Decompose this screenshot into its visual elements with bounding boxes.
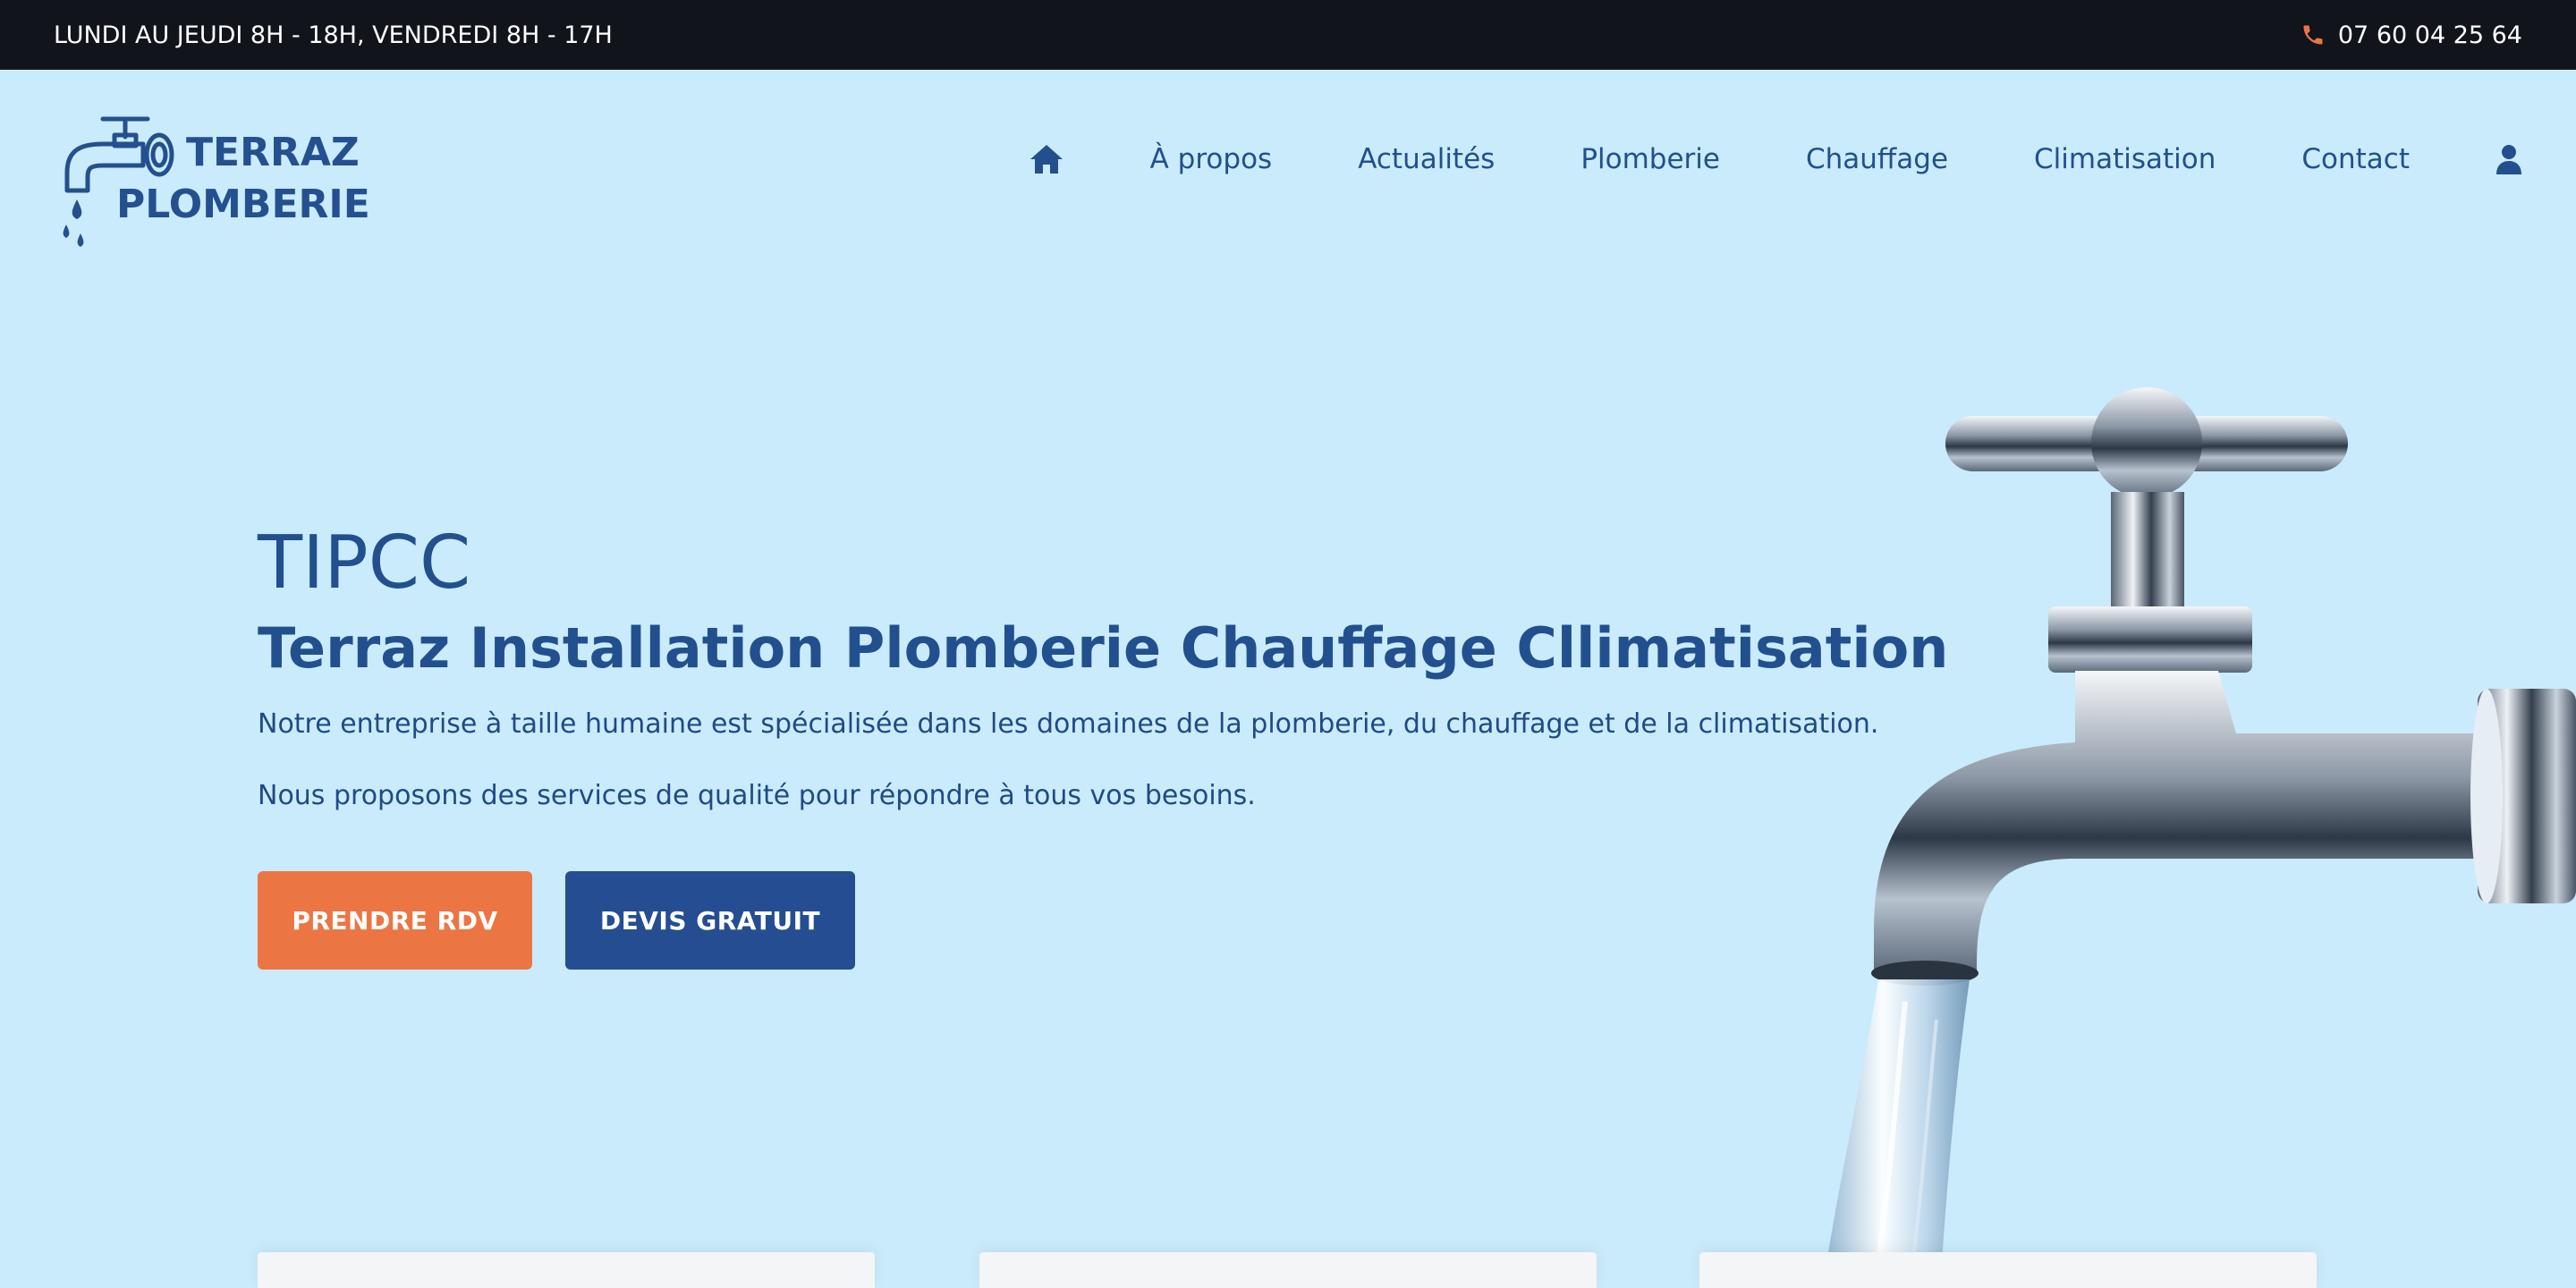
phone-icon bbox=[2303, 25, 2323, 45]
opening-hours: LUNDI AU JEUDI 8H - 18H, VENDREDI 8H - 1… bbox=[54, 21, 613, 49]
main-nav: À propos Actualités Plomberie Chauffage … bbox=[1029, 141, 2522, 177]
nav-home[interactable] bbox=[1029, 141, 1064, 177]
hero-subtitle: Terraz Installation Plomberie Chauffage … bbox=[258, 615, 1949, 681]
home-icon bbox=[1030, 145, 1063, 174]
nav-item-contact[interactable]: Contact bbox=[2301, 143, 2410, 175]
faucet-image bbox=[1825, 387, 2576, 1275]
book-appointment-button[interactable]: PRENDRE RDV bbox=[258, 871, 532, 970]
nav-item-a-propos[interactable]: À propos bbox=[1150, 143, 1273, 175]
site-logo[interactable]: TERRAZ PLOMBERIE bbox=[54, 110, 370, 253]
hero-description-secondary: Nous proposons des services de qualité p… bbox=[258, 780, 1256, 811]
user-icon bbox=[2496, 145, 2521, 174]
service-card bbox=[979, 1252, 1597, 1288]
phone-number: 07 60 04 25 64 bbox=[2337, 21, 2522, 49]
nav-account[interactable] bbox=[2496, 144, 2522, 174]
top-info-bar: LUNDI AU JEUDI 8H - 18H, VENDREDI 8H - 1… bbox=[0, 0, 2576, 70]
logo-text-plomberie: PLOMBERIE bbox=[116, 182, 370, 227]
service-card bbox=[1699, 1252, 2317, 1288]
phone-link[interactable]: 07 60 04 25 64 bbox=[2301, 21, 2522, 49]
nav-item-climatisation[interactable]: Climatisation bbox=[2034, 143, 2216, 175]
nav-item-actualites[interactable]: Actualités bbox=[1358, 143, 1495, 175]
service-card bbox=[258, 1252, 875, 1288]
site-header: TERRAZ PLOMBERIE À propos Actualités Plo… bbox=[0, 70, 2576, 258]
free-quote-button[interactable]: DEVIS GRATUIT bbox=[565, 871, 855, 970]
nav-item-plomberie[interactable]: Plomberie bbox=[1580, 143, 1720, 175]
hero-description: Notre entreprise à taille humaine est sp… bbox=[258, 708, 1879, 740]
nav-item-chauffage[interactable]: Chauffage bbox=[1806, 143, 1948, 175]
logo-text-terraz: TERRAZ bbox=[186, 130, 360, 175]
hero-title: TIPCC bbox=[258, 521, 471, 606]
